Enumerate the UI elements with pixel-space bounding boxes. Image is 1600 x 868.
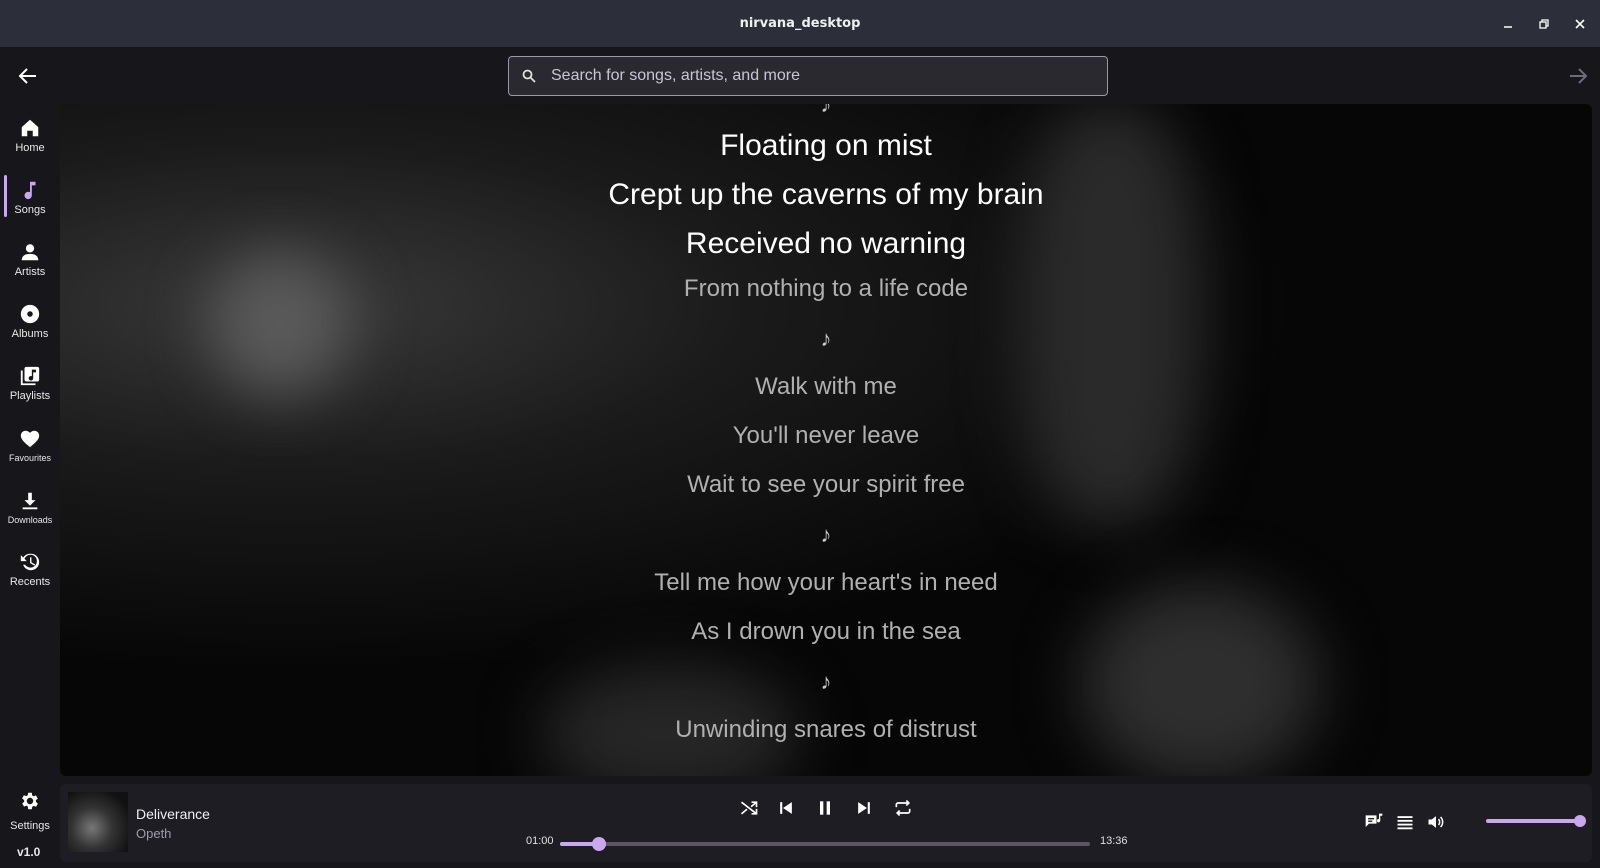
search-icon: [522, 69, 536, 83]
person-icon: [19, 241, 41, 263]
elapsed-time: 01:00: [526, 835, 554, 847]
volume-slider[interactable]: [1486, 815, 1586, 827]
progress-slider[interactable]: [560, 837, 1090, 851]
history-icon: [19, 551, 41, 573]
heart-icon: [19, 428, 41, 450]
sidebar-item-label: Home: [15, 141, 45, 154]
gear-icon: [19, 790, 41, 817]
lyric-line[interactable]: As I drown you in the sea: [60, 618, 1592, 646]
shuffle-icon: [740, 801, 758, 815]
background-blur: [1020, 104, 1200, 524]
search-bar: [508, 56, 1108, 96]
pause-button[interactable]: [813, 796, 837, 820]
disc-icon: [19, 303, 41, 325]
sidebar-item-home[interactable]: Home: [0, 104, 60, 166]
lyric-line[interactable]: Wait to see your spirit free: [60, 471, 1592, 499]
lyric-line[interactable]: Tell me how your heart's in need: [60, 569, 1592, 597]
repeat-button[interactable]: [891, 796, 915, 820]
download-icon: [19, 490, 41, 512]
next-button[interactable]: [852, 796, 876, 820]
progress-knob[interactable]: [592, 837, 607, 851]
search-input[interactable]: [551, 67, 1071, 85]
track-title[interactable]: Deliverance: [136, 806, 210, 822]
lyric-line[interactable]: ♪: [60, 104, 1592, 118]
sidebar-item-recents[interactable]: Recents: [0, 538, 60, 600]
minimize-icon: [1504, 25, 1512, 28]
restore-icon: [1539, 18, 1549, 29]
home-icon: [19, 117, 41, 139]
volume-knob[interactable]: [1574, 815, 1586, 827]
lyric-line[interactable]: ♪: [60, 522, 1592, 548]
minimize-button[interactable]: [1500, 16, 1516, 32]
sidebar-item-label: Favourites: [8, 452, 52, 463]
sidebar-item-songs[interactable]: Songs: [0, 166, 60, 228]
track-artist[interactable]: Opeth: [136, 826, 171, 841]
lyric-line[interactable]: From nothing to a life code: [60, 275, 1592, 303]
queue-icon: [1397, 816, 1413, 830]
music-note-icon: [19, 179, 41, 201]
arrow-right-icon: [1570, 68, 1588, 84]
sidebar-item-albums[interactable]: Albums: [0, 290, 60, 352]
shuffle-button[interactable]: [737, 796, 761, 820]
sidebar: Home Songs Artists Albums Playlists Favo…: [0, 104, 60, 600]
version-label: v1.0: [17, 845, 41, 859]
lyric-line[interactable]: ♪: [60, 669, 1592, 695]
pause-icon: [820, 801, 830, 815]
sidebar-item-label: Playlists: [9, 389, 51, 402]
player-bar: Deliverance Opeth 01:00 13:36: [60, 784, 1592, 862]
volume-icon: [1428, 816, 1444, 828]
queue-button[interactable]: [1393, 810, 1417, 834]
sidebar-item-label: Recents: [9, 575, 51, 588]
sidebar-item-label: Downloads: [7, 514, 53, 525]
window-controls: [1500, 0, 1588, 47]
album-art[interactable]: [68, 792, 128, 852]
back-button[interactable]: [16, 64, 40, 88]
close-button[interactable]: [1572, 16, 1588, 32]
skip-next-icon: [858, 802, 870, 814]
sidebar-item-artists[interactable]: Artists: [0, 228, 60, 290]
sidebar-item-label: Songs: [14, 203, 46, 216]
lyrics-button[interactable]: [1362, 810, 1386, 834]
volume-button[interactable]: [1424, 810, 1448, 834]
settings-button[interactable]: Settings: [0, 790, 60, 836]
skip-previous-icon: [780, 802, 792, 814]
lyrics-icon: [1365, 813, 1383, 827]
forward-button[interactable]: [1566, 64, 1590, 88]
sidebar-item-label: Albums: [11, 327, 49, 340]
lyric-line[interactable]: Walk with me: [60, 373, 1592, 401]
lyric-line[interactable]: Received no warning: [60, 227, 1592, 261]
title-bar: nirvana_desktop: [0, 0, 1600, 47]
sidebar-item-downloads[interactable]: Downloads: [0, 476, 60, 538]
total-time: 13:36: [1100, 835, 1128, 847]
sidebar-item-favourites[interactable]: Favourites: [0, 414, 60, 476]
playlist-icon: [19, 365, 41, 387]
restore-button[interactable]: [1536, 16, 1552, 32]
lyrics-panel: ♪ Floating on mist Crept up the caverns …: [60, 104, 1592, 776]
close-icon: [1575, 18, 1585, 29]
lyric-line[interactable]: Unwinding snares of distrust: [60, 716, 1592, 744]
previous-button[interactable]: [774, 796, 798, 820]
repeat-icon: [895, 799, 911, 817]
lyric-line[interactable]: Floating on mist: [60, 129, 1592, 163]
sidebar-item-playlists[interactable]: Playlists: [0, 352, 60, 414]
sidebar-item-label: Artists: [14, 265, 46, 278]
settings-label: Settings: [10, 820, 50, 832]
lyric-line[interactable]: ♪: [60, 326, 1592, 352]
arrow-left-icon: [18, 68, 36, 84]
window-title: nirvana_desktop: [739, 16, 861, 31]
lyric-line[interactable]: Crept up the caverns of my brain: [60, 178, 1592, 212]
lyric-line[interactable]: You'll never leave: [60, 422, 1592, 450]
